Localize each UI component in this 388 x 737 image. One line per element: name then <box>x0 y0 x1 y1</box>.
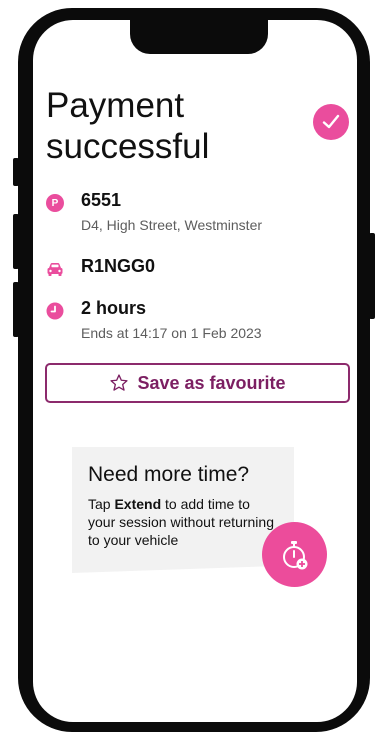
app-screen: Payment successful P 6551 D4, High Stree… <box>33 20 357 722</box>
vehicle-plate: R1NGG0 <box>81 256 156 276</box>
side-button-left-2 <box>13 214 19 269</box>
stopwatch-plus-icon <box>282 540 307 569</box>
star-outline-icon <box>110 374 129 391</box>
duration-label: 2 hours <box>81 298 147 318</box>
tip-title: Need more time? <box>88 463 250 486</box>
clock-icon <box>46 302 64 320</box>
location-address: D4, High Street, Westminster <box>81 217 263 233</box>
vehicle-row: R1NGG0 <box>46 256 346 280</box>
duration-row: 2 hours Ends at 14:17 on 1 Feb 2023 <box>46 298 346 344</box>
save-favourite-label: Save as favourite <box>137 372 286 393</box>
side-button-right <box>369 233 375 319</box>
page-title: Payment successful <box>46 86 210 166</box>
location-code: 6551 <box>81 190 122 210</box>
location-row: P 6551 D4, High Street, Westminster <box>46 190 346 236</box>
extend-tip-card: Need more time? Tap Extend to add time t… <box>72 447 294 573</box>
extend-button[interactable] <box>262 522 327 587</box>
side-button-left-1 <box>13 158 19 186</box>
duration-ends: Ends at 14:17 on 1 Feb 2023 <box>81 325 262 341</box>
camera-notch <box>130 20 268 54</box>
car-icon <box>46 260 64 278</box>
tip-body-emphasis: Extend <box>114 496 162 512</box>
side-button-left-3 <box>13 282 19 337</box>
tip-body: Tap Extend to add time to your session w… <box>88 495 278 549</box>
tip-body-prefix: Tap <box>88 496 115 512</box>
parking-icon: P <box>46 194 64 212</box>
save-favourite-button[interactable]: Save as favourite <box>45 363 350 403</box>
check-circle-icon <box>313 104 349 140</box>
